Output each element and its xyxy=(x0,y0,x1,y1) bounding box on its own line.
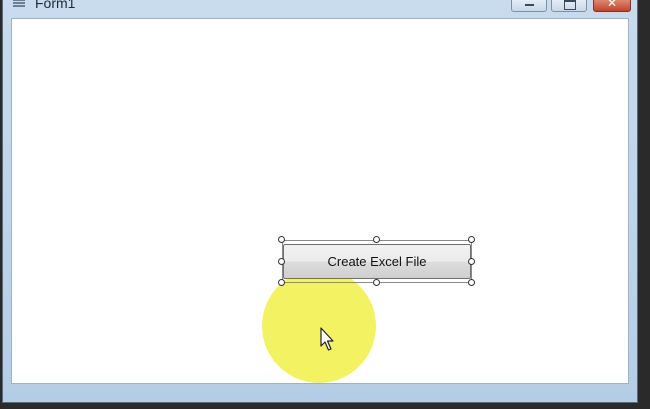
window-title: Form1 xyxy=(35,0,76,11)
click-highlight xyxy=(262,269,376,383)
minimize-button[interactable] xyxy=(511,0,547,12)
close-button[interactable]: ✕ xyxy=(593,0,631,12)
title-bar[interactable]: Form1 ✕ xyxy=(3,0,637,15)
resize-handle-right[interactable] xyxy=(468,258,475,265)
resize-handle-top-left[interactable] xyxy=(278,236,285,243)
resize-handle-top-right[interactable] xyxy=(468,236,475,243)
mouse-pointer-icon xyxy=(320,327,334,351)
create-excel-file-button[interactable]: Create Excel File xyxy=(283,244,471,279)
resize-handle-top[interactable] xyxy=(373,236,380,243)
resize-handle-left[interactable] xyxy=(278,258,285,265)
maximize-button[interactable] xyxy=(551,0,587,12)
form-app-icon[interactable] xyxy=(13,0,25,8)
resize-handle-bottom-left[interactable] xyxy=(278,279,285,286)
resize-handle-bottom[interactable] xyxy=(373,279,380,286)
resize-handle-bottom-right[interactable] xyxy=(468,279,475,286)
